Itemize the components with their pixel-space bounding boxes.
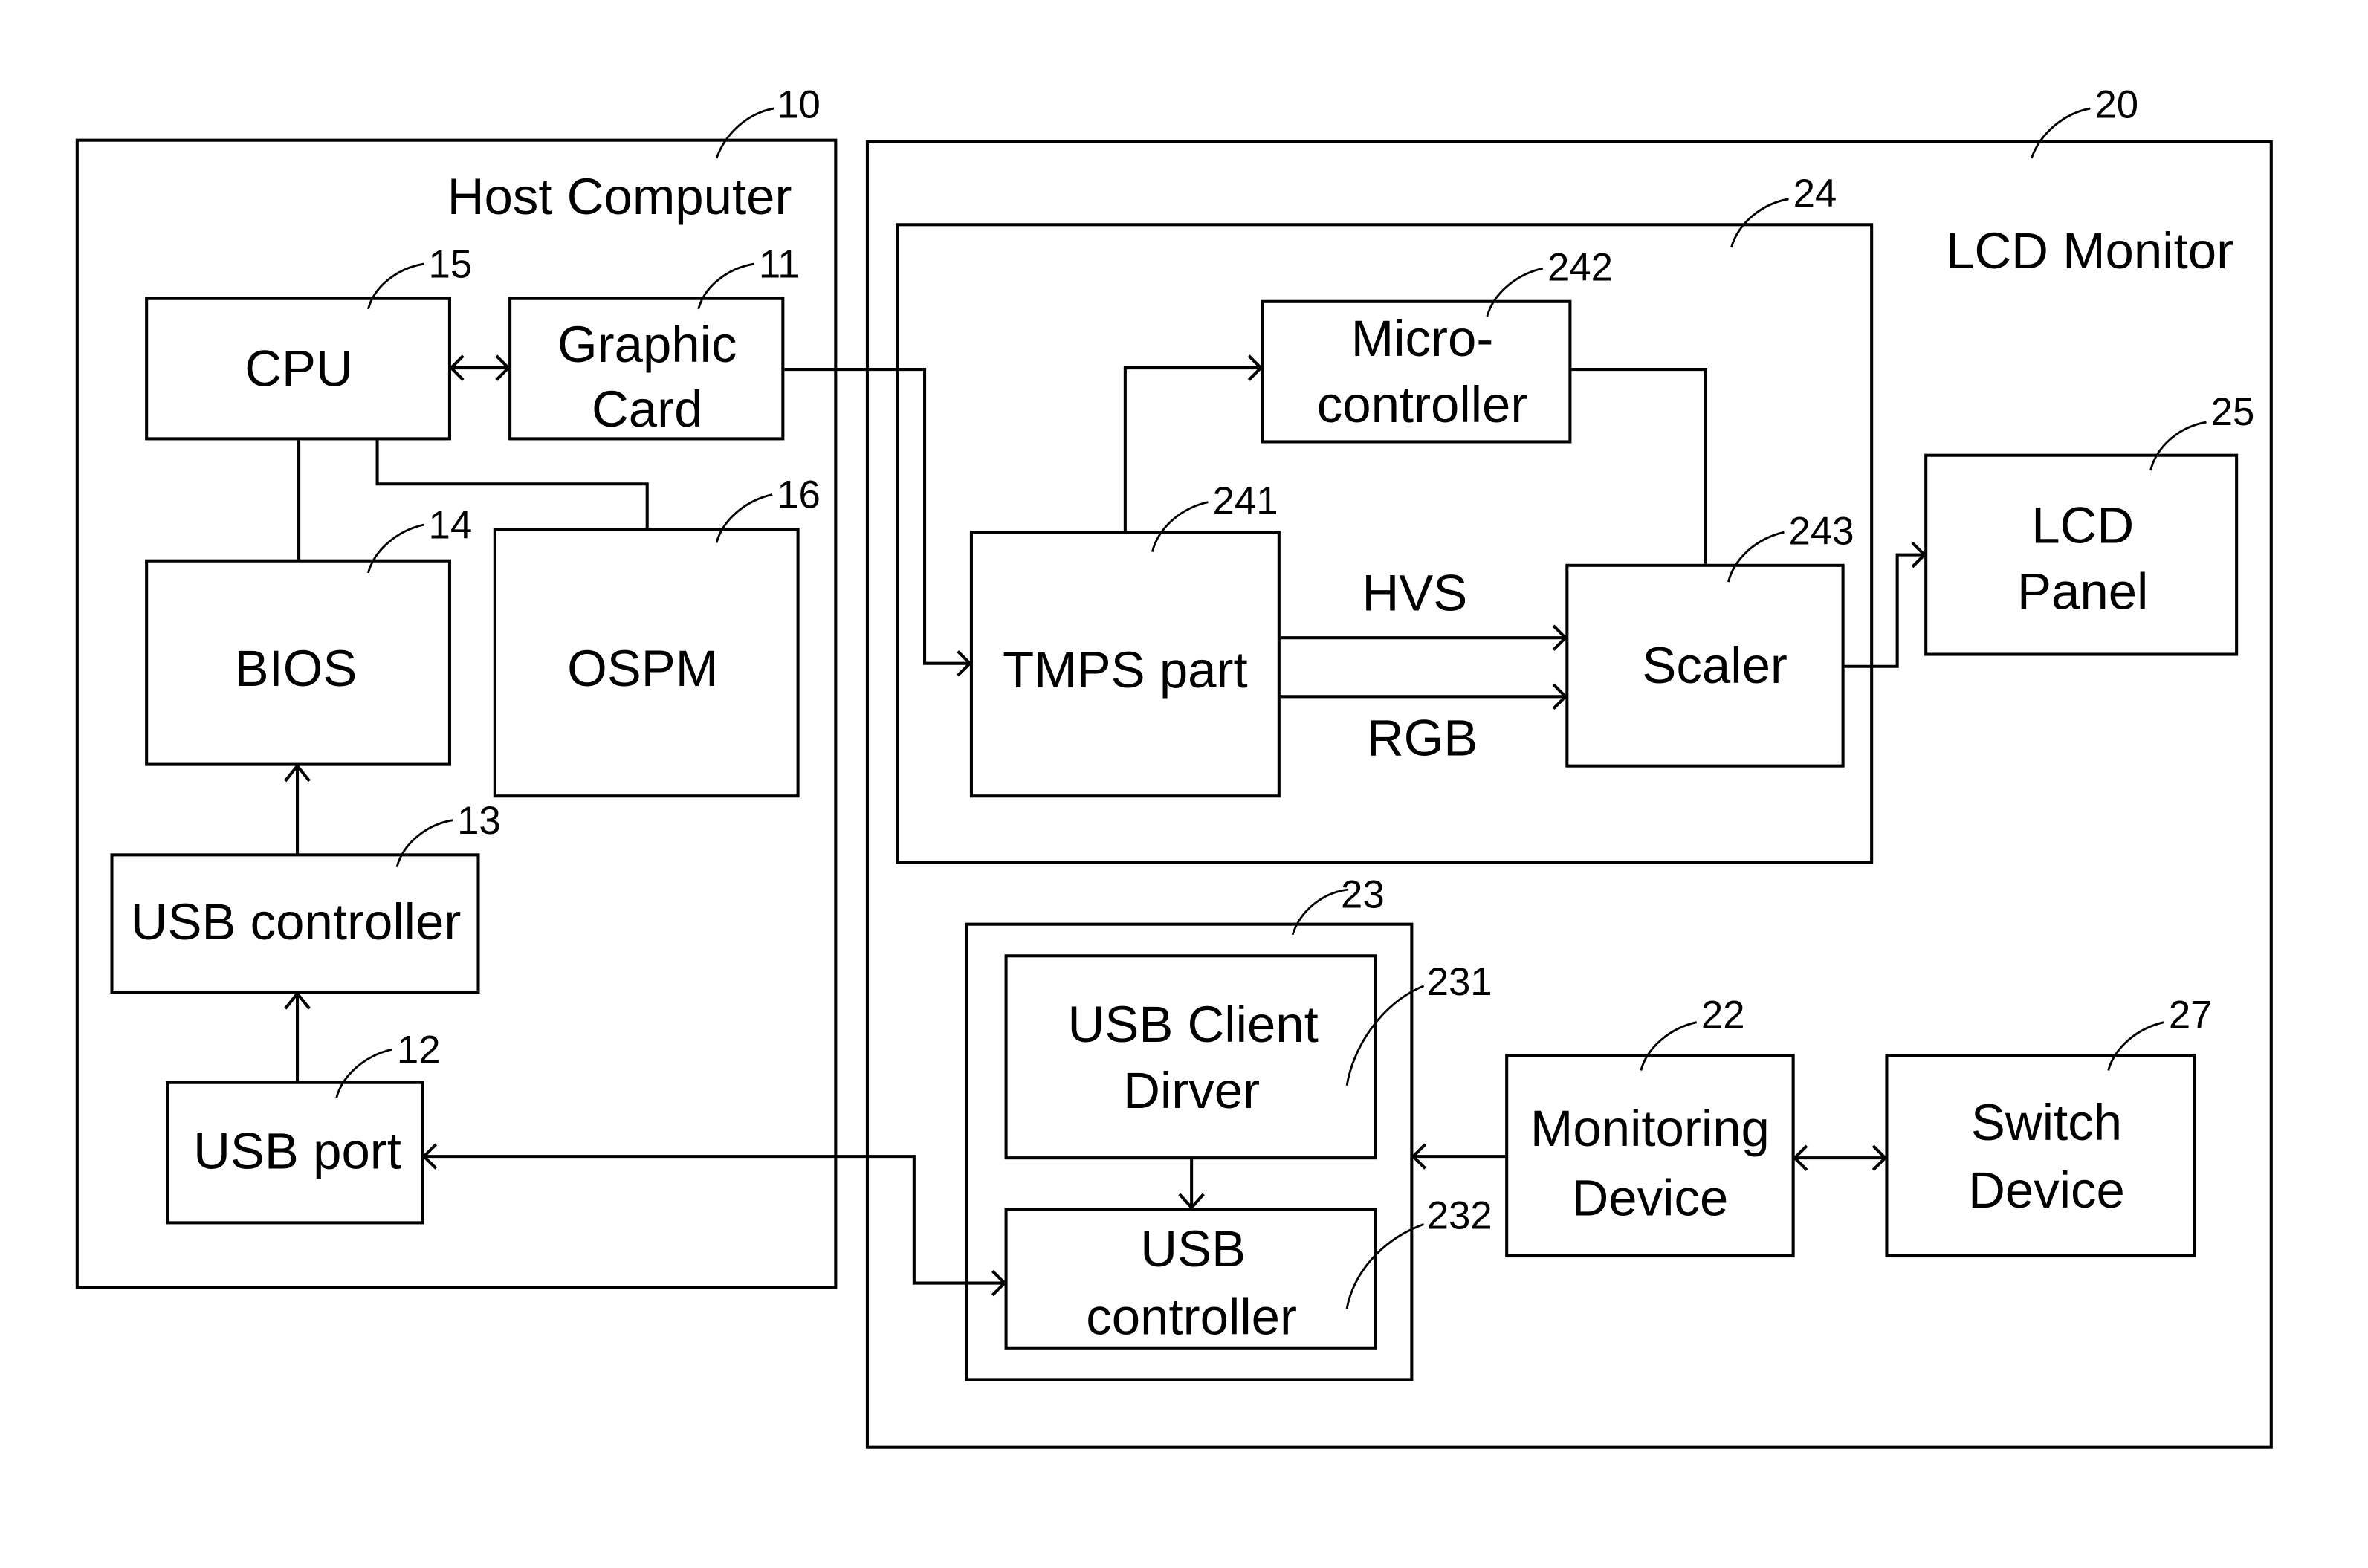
monitoring-device-label-line1: Monitoring xyxy=(1530,1100,1770,1157)
monitor-usb-controller-label-line1: USB xyxy=(1140,1220,1246,1277)
cpu-block: CPU 15 xyxy=(145,242,473,441)
block-diagram: Host Computer 10 CPU 15 Graphic Card 11 … xyxy=(75,82,2273,1449)
scaler-lcd-panel-link xyxy=(1844,553,1925,668)
lcd-panel-ref: 25 xyxy=(2211,390,2255,434)
switch-device-label-line1: Switch xyxy=(1971,1094,2122,1151)
switch-device-block: Switch Device 27 xyxy=(1885,994,2213,1258)
lcd-panel-label-line2: Panel xyxy=(2017,563,2148,621)
host-computer-leader xyxy=(715,107,774,159)
usb-port-label: USB port xyxy=(193,1122,401,1179)
cpu-label: CPU xyxy=(245,340,353,397)
host-usb-controller-block: USB controller 13 xyxy=(110,799,501,994)
lcd-monitor-title: LCD Monitor xyxy=(1946,222,2233,279)
usb-unit-ref: 23 xyxy=(1341,872,1385,916)
graphic-card-label-line1: Graphic xyxy=(557,316,737,373)
usb-client-driver-label-line1: USB Client xyxy=(1068,996,1319,1053)
scaler-label: Scaler xyxy=(1642,637,1788,694)
usb-client-driver-label-line2: Dirver xyxy=(1123,1062,1260,1119)
usb-client-driver-ref: 231 xyxy=(1427,960,1492,1004)
switch-device-label-line2: Device xyxy=(1968,1162,2125,1219)
hvs-signal-label: HVS xyxy=(1362,565,1468,622)
tmps-label: TMPS part xyxy=(1003,641,1248,699)
graphic-card-block: Graphic Card 11 xyxy=(508,242,800,441)
ospm-label: OSPM xyxy=(567,640,718,697)
usb-client-driver-box xyxy=(1004,954,1377,1160)
microcontroller-scaler-link xyxy=(1571,368,1708,564)
lcd-panel-box xyxy=(1924,453,2239,656)
monitor-usb-controller-label-line2: controller xyxy=(1086,1289,1297,1346)
lcd-panel-block: LCD Panel 25 xyxy=(1924,390,2255,656)
ospm-block: OSPM 16 xyxy=(493,473,821,798)
cpu-ref: 15 xyxy=(429,242,473,286)
microcontroller-block: Micro- controller 242 xyxy=(1261,245,1613,444)
bios-block: BIOS 14 xyxy=(145,503,473,766)
usb-port-block: USB port 12 xyxy=(166,1028,441,1225)
lcd-monitor-ref: 20 xyxy=(2094,82,2138,126)
monitor-usb-controller-block: USB controller 232 xyxy=(1004,1194,1492,1350)
rgb-signal-label: RGB xyxy=(1367,709,1478,766)
switch-device-ref: 27 xyxy=(2169,994,2213,1037)
host-computer-title: Host Computer xyxy=(447,168,792,225)
usb-unit-leader xyxy=(1291,888,1349,936)
bios-label: BIOS xyxy=(235,640,358,697)
host-usb-controller-label: USB controller xyxy=(131,893,462,950)
microcontroller-label-line2: controller xyxy=(1317,376,1528,433)
lcd-monitor-leader xyxy=(2030,107,2091,159)
scaler-block: Scaler 243 xyxy=(1565,509,1854,768)
microcontroller-label-line1: Micro- xyxy=(1351,310,1494,367)
switch-device-box xyxy=(1885,1054,2196,1258)
usb-port-monitor-usb-link xyxy=(424,1155,1005,1285)
monitor-usb-controller-ref: 232 xyxy=(1427,1194,1492,1238)
control-unit-ref: 24 xyxy=(1793,172,1837,216)
cpu-ospm-link xyxy=(375,440,649,528)
tmps-ref: 241 xyxy=(1213,479,1278,523)
bios-ref: 14 xyxy=(429,503,473,547)
host-usb-controller-ref: 13 xyxy=(457,799,501,843)
usb-port-ref: 12 xyxy=(397,1028,441,1072)
scaler-ref: 243 xyxy=(1789,509,1854,553)
graphic-card-ref: 11 xyxy=(759,242,800,286)
monitoring-device-label-line2: Device xyxy=(1571,1169,1728,1226)
lcd-panel-label-line1: LCD xyxy=(2031,496,2134,554)
monitoring-device-block: Monitoring Device 22 xyxy=(1505,994,1795,1258)
graphic-card-label-line2: Card xyxy=(592,380,703,438)
ospm-ref: 16 xyxy=(777,473,821,517)
monitoring-device-ref: 22 xyxy=(1701,994,1745,1037)
host-computer-ref: 10 xyxy=(777,82,821,126)
usb-client-driver-block: USB Client Dirver 231 xyxy=(1004,954,1492,1160)
microcontroller-ref: 242 xyxy=(1547,245,1613,289)
